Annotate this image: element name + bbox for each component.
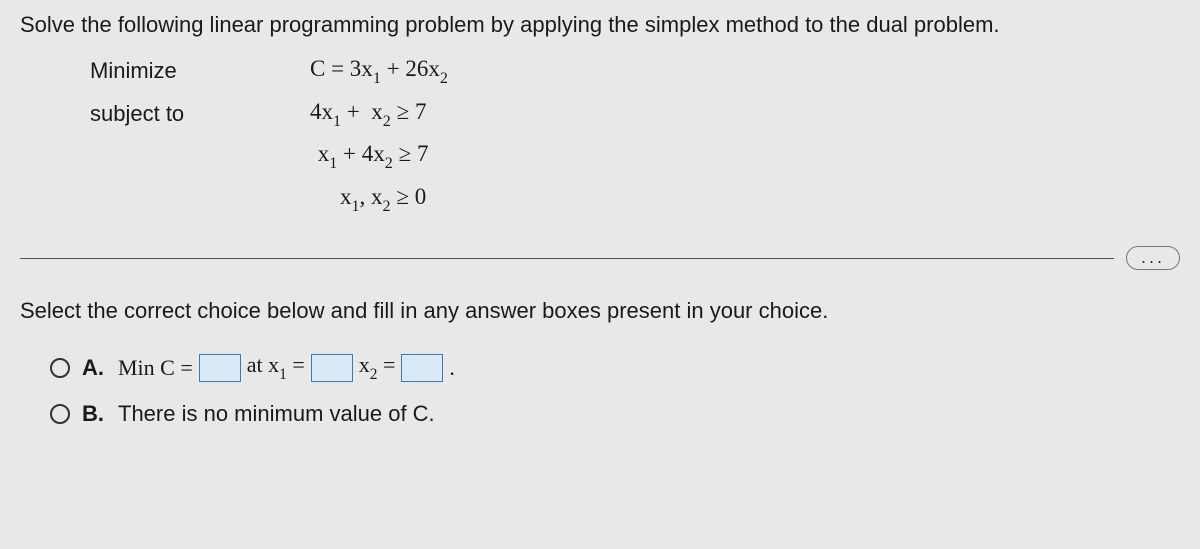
choice-a-min-c: Min C = bbox=[118, 355, 193, 381]
objective-function: C = 3x1 + 26x2 bbox=[310, 56, 448, 87]
choice-a-letter: A. bbox=[82, 355, 106, 381]
subject-to-label: subject to bbox=[90, 101, 310, 127]
radio-b[interactable] bbox=[50, 404, 70, 424]
more-button[interactable]: ... bbox=[1126, 246, 1180, 270]
instruction-text: Select the correct choice below and fill… bbox=[20, 298, 1180, 324]
answer-box-x2[interactable] bbox=[401, 354, 443, 382]
constraint-2: x1 + 4x2 ≥ 7 bbox=[312, 141, 428, 172]
choice-b: B. There is no minimum value of C. bbox=[50, 401, 1180, 427]
problem-statement: Solve the following linear programming p… bbox=[20, 12, 1180, 38]
constraint-3: x1, x2 ≥ 0 bbox=[340, 184, 426, 215]
choices-block: A. Min C = at x1 = x2 = . B. There is no… bbox=[50, 352, 1180, 426]
radio-a[interactable] bbox=[50, 358, 70, 378]
choice-a: A. Min C = at x1 = x2 = . bbox=[50, 352, 1180, 382]
choice-b-text: There is no minimum value of C. bbox=[118, 401, 435, 427]
hr-line bbox=[20, 258, 1114, 259]
choice-a-period: . bbox=[449, 355, 455, 381]
lp-block: Minimize C = 3x1 + 26x2 subject to 4x1 +… bbox=[90, 56, 1180, 214]
answer-box-x1[interactable] bbox=[311, 354, 353, 382]
divider: ... bbox=[20, 246, 1180, 270]
choice-a-x2: x2 = bbox=[359, 352, 396, 382]
answer-box-c[interactable] bbox=[199, 354, 241, 382]
choice-a-at-x1: at x1 = bbox=[247, 352, 305, 382]
minimize-label: Minimize bbox=[90, 58, 310, 84]
choice-b-letter: B. bbox=[82, 401, 106, 427]
constraint-1: 4x1 + x2 ≥ 7 bbox=[310, 99, 426, 130]
